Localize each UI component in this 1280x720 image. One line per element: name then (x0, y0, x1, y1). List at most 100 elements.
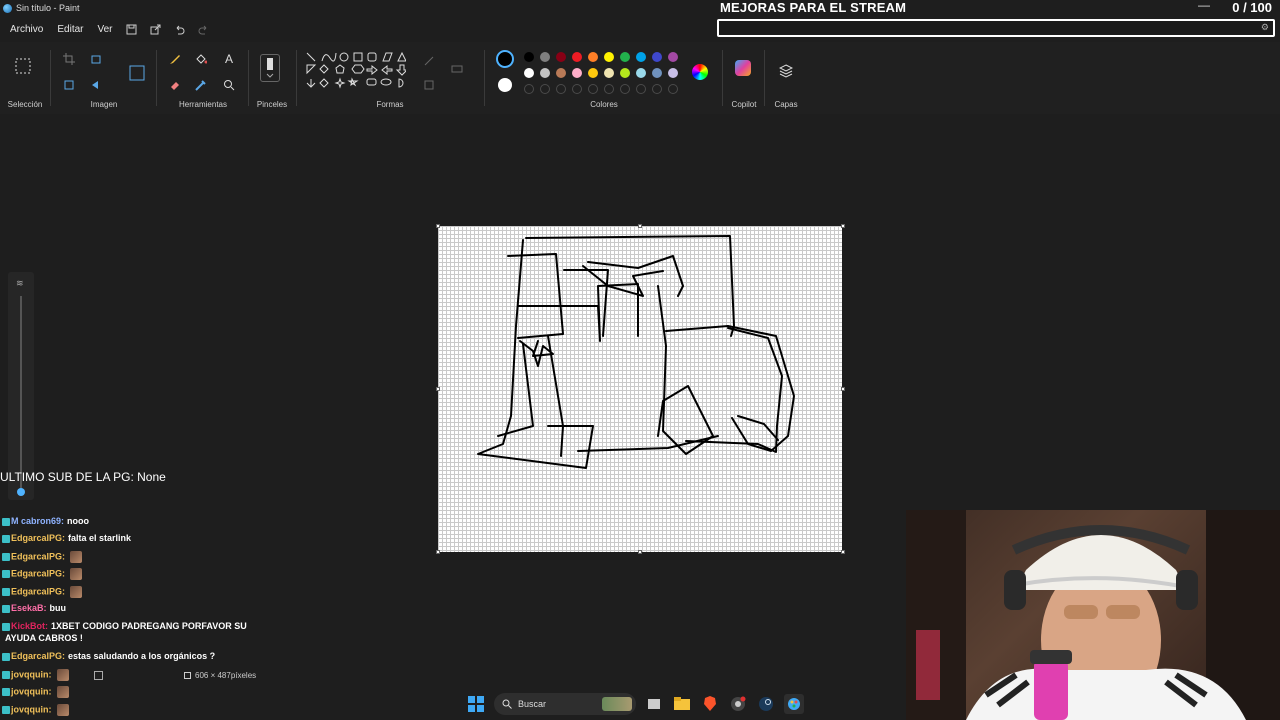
zoom-slider-knob[interactable] (17, 488, 25, 496)
windows-start-icon[interactable] (466, 694, 486, 714)
drawing-canvas[interactable] (438, 226, 842, 552)
resize-handle[interactable] (638, 550, 642, 554)
zoom-slider-track[interactable] (20, 296, 22, 492)
shapes-gallery[interactable] (304, 50, 406, 94)
chat-username[interactable]: KickBot: (11, 621, 48, 631)
settings-icon[interactable]: ⚙ (1261, 22, 1269, 33)
minimize-button[interactable]: — (1198, 0, 1210, 12)
resize-handle[interactable] (841, 224, 845, 228)
menu-archivo[interactable]: Archivo (6, 22, 47, 37)
eraser-icon[interactable] (168, 78, 182, 92)
resize-handle[interactable] (841, 550, 845, 554)
chat-username[interactable]: EsekaB: (11, 603, 47, 613)
fill-bucket-icon[interactable] (194, 52, 208, 66)
color-swatch[interactable] (556, 52, 566, 62)
copilot-icon[interactable] (735, 60, 751, 76)
chat-username[interactable]: EdgarcalPG: (11, 651, 65, 661)
empty-color-slot[interactable] (524, 84, 534, 94)
chat-badge-icon (2, 517, 10, 526)
chat-username[interactable]: EdgarcalPG: (11, 568, 65, 578)
color-swatch[interactable] (668, 68, 678, 78)
resize-icon[interactable] (90, 52, 104, 66)
resize-handle[interactable] (436, 550, 440, 554)
save-icon[interactable] (123, 20, 141, 38)
color-swatch[interactable] (668, 52, 678, 62)
color-swatch[interactable] (652, 68, 662, 78)
color-swatch[interactable] (636, 68, 646, 78)
empty-color-slot[interactable] (556, 84, 566, 94)
chat-username[interactable]: jovqquin: (11, 686, 52, 696)
task-view-icon[interactable] (644, 694, 664, 714)
empty-color-slot[interactable] (540, 84, 550, 94)
chat-message: EdgarcalPG: (2, 586, 83, 598)
outline-icon[interactable] (422, 54, 436, 68)
pencil-icon[interactable] (168, 52, 182, 66)
share-icon[interactable] (147, 20, 165, 38)
chat-message: EdgarcalPG: estas saludando a los orgánic… (2, 651, 215, 661)
ribbon-divider (764, 50, 765, 106)
crop-icon[interactable] (62, 52, 76, 66)
empty-color-slot[interactable] (652, 84, 662, 94)
magnifier-icon[interactable] (222, 78, 236, 92)
color-swatch[interactable] (620, 68, 630, 78)
chat-username[interactable]: EdgarcalPG: (11, 586, 65, 596)
obs-icon[interactable] (728, 694, 748, 714)
taskbar-search[interactable]: Buscar (494, 693, 636, 715)
color-swatch[interactable] (540, 52, 550, 62)
layers-icon[interactable] (779, 64, 793, 78)
edit-colors-icon[interactable] (692, 64, 708, 80)
resize-handle[interactable] (436, 224, 440, 228)
brave-browser-icon[interactable] (700, 694, 720, 714)
chat-username[interactable]: EdgarcalPG: (11, 551, 65, 561)
color-swatch[interactable] (636, 52, 646, 62)
menu-ver[interactable]: Ver (93, 22, 116, 37)
empty-color-slot[interactable] (620, 84, 630, 94)
empty-color-slot[interactable] (572, 84, 582, 94)
empty-color-slot[interactable] (588, 84, 598, 94)
chat-username[interactable]: EdgarcalPG: (11, 533, 65, 543)
flip-icon[interactable] (90, 78, 104, 92)
color-swatch[interactable] (604, 52, 614, 62)
resize-handle[interactable] (638, 224, 642, 228)
primary-color-swatch[interactable] (496, 50, 514, 68)
search-highlight-icon (602, 697, 632, 711)
color-swatch[interactable] (652, 52, 662, 62)
color-swatch[interactable] (604, 68, 614, 78)
empty-color-slot[interactable] (636, 84, 646, 94)
menu-editar[interactable]: Editar (53, 22, 87, 37)
color-picker-icon[interactable] (194, 78, 208, 92)
empty-color-slot[interactable] (604, 84, 614, 94)
redo-icon[interactable] (195, 20, 213, 38)
color-swatch[interactable] (588, 52, 598, 62)
image-select-icon[interactable] (128, 64, 146, 82)
color-swatch[interactable] (572, 52, 582, 62)
rotate-icon[interactable] (62, 78, 76, 92)
color-swatch[interactable] (620, 52, 630, 62)
brushes-dropdown[interactable] (260, 54, 280, 82)
resize-handle[interactable] (841, 387, 845, 391)
paint-app-icon (3, 3, 12, 13)
ribbon-divider (156, 50, 157, 106)
color-swatch[interactable] (556, 68, 566, 78)
color-swatch[interactable] (540, 68, 550, 78)
color-swatch[interactable] (588, 68, 598, 78)
shape-fill-icon[interactable] (450, 62, 464, 76)
fill-icon[interactable] (422, 78, 436, 92)
empty-color-slot[interactable] (668, 84, 678, 94)
group-copilot: Copilot (726, 42, 762, 114)
text-icon[interactable]: A (222, 52, 236, 66)
chat-username[interactable]: jovqquin: (11, 669, 52, 679)
color-swatch[interactable] (524, 52, 534, 62)
canvas-size-icon (184, 672, 191, 679)
color-swatch[interactable] (572, 68, 582, 78)
chat-username[interactable]: jovqquin: (11, 704, 52, 714)
color-swatch[interactable] (524, 68, 534, 78)
file-explorer-icon[interactable] (672, 694, 692, 714)
undo-icon[interactable] (171, 20, 189, 38)
steam-icon[interactable] (756, 694, 776, 714)
chat-username[interactable]: M cabron69: (11, 516, 64, 526)
secondary-color-swatch[interactable] (498, 78, 512, 92)
paint-taskbar-icon[interactable] (784, 694, 804, 714)
select-rectangle-icon[interactable] (15, 58, 31, 74)
resize-handle[interactable] (436, 387, 440, 391)
